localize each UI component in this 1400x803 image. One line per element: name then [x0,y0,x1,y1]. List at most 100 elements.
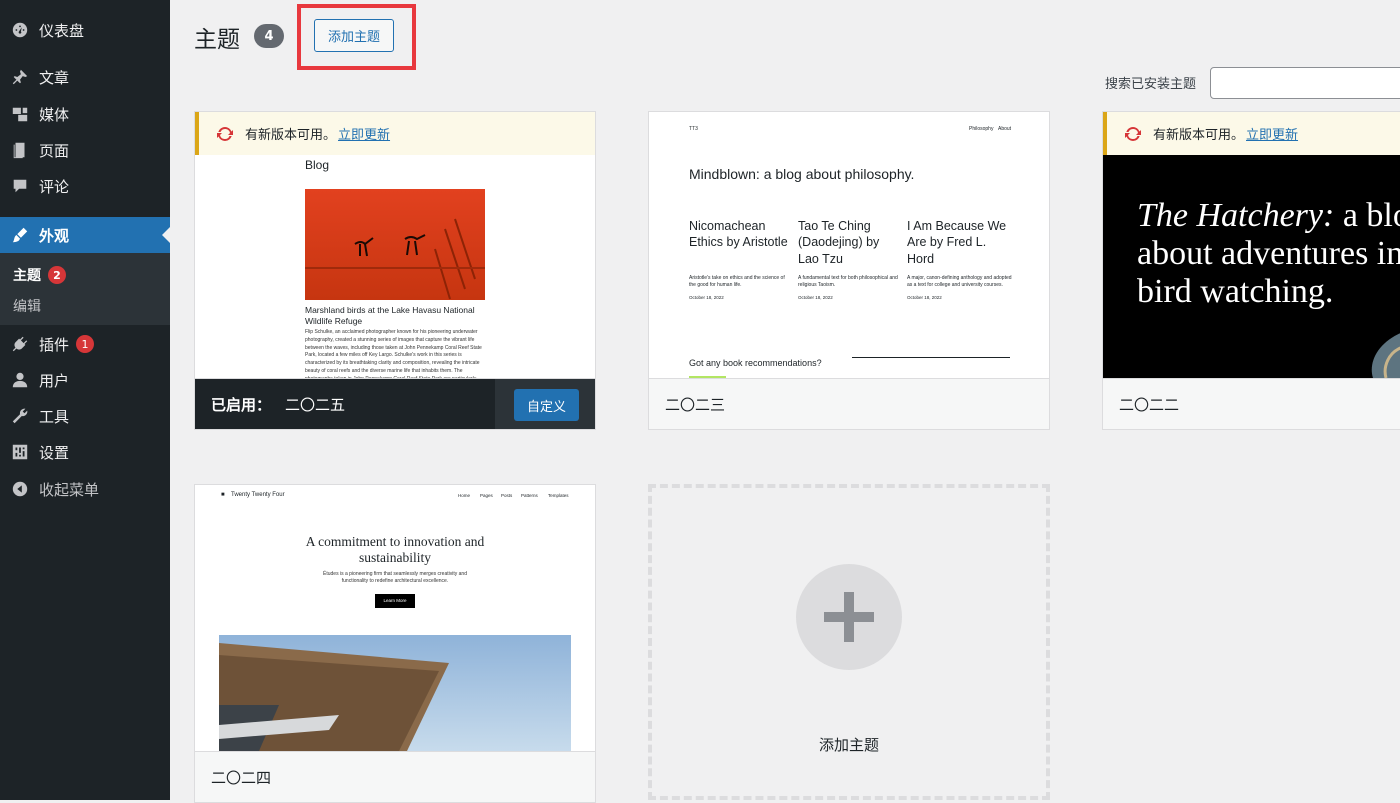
sidebar-item-settings[interactable]: 设置 [0,434,170,470]
submenu-item-editor[interactable]: 编辑 [13,296,41,316]
theme-name: 二〇二三 [665,396,726,414]
update-notice: 有新版本可用。 立即更新 [1103,112,1400,155]
customize-button[interactable]: 自定义 [514,389,579,421]
submenu-label: 编辑 [13,299,41,315]
theme-name-bar: 已启用： 二〇二五 自定义 [195,378,595,429]
preview-heading: Blog [305,158,330,172]
active-label: 已启用： [211,396,272,414]
preview-site-title: Twenty Twenty Four [231,492,285,498]
actions-area: 自定义 [495,379,595,429]
theme-name: 二〇二五 [285,396,346,414]
page-title: 主题 [194,27,240,53]
appearance-submenu: 主题 2 编辑 [0,253,170,325]
preview-post-date: October 18, 2022 [907,295,942,300]
preview-post-title: I Am Because We Are by Fred L. Hord [907,219,1007,266]
preview-cta-button: Learn More [375,594,415,608]
preview-caption: Marshland birds at the Lake Havasu Natio… [305,305,475,327]
theme-card-2025[interactable]: Blog Marshland birds at the Lake Havasu … [194,111,596,430]
preview-nav-1: Philosophy [969,126,994,132]
sidebar-item-label: 页面 [39,141,70,160]
preview-body: Flip Schulke, an acclaimed photographer … [305,329,482,378]
preview-headline-italic: The Hatchery: [1137,197,1335,234]
plus-icon [824,592,874,642]
preview-post-date: October 18, 2022 [798,295,833,300]
brush-icon [10,225,30,245]
preview-nav-templates: Templates [548,493,569,498]
preview-nav-pages: Pages [480,493,493,498]
preview-nav-home: Home [458,493,471,498]
collapse-menu-button[interactable]: 收起菜单 [0,471,170,507]
preview-subtext: Études is a pioneering firm that seamles… [323,571,467,584]
sidebar-item-label: 外观 [39,226,70,245]
sidebar-item-users[interactable]: 用户 [0,362,170,398]
admin-sidebar: 仪表盘 文章 媒体 页面 评论 外观 主题 2 编辑 插件 1 用户 工具 设置… [0,0,170,800]
preview-divider [852,357,1010,358]
theme-screenshot[interactable]: TT3 Philosophy About Mindblown: a blog a… [649,112,1049,378]
theme-card-2022[interactable]: The Hatchery: a blog about adventures in… [1102,111,1400,430]
plugin-icon [10,334,30,354]
submenu-item-themes[interactable]: 主题 2 [13,265,66,285]
preview-headline: The Hatchery: a blog about adventures in… [1137,197,1400,311]
sidebar-item-label: 用户 [39,371,70,390]
submenu-label: 主题 [13,268,41,284]
page-icon [10,140,30,160]
theme-name-bar: 二〇二四 [195,751,595,802]
add-new-theme-tile[interactable]: 添加主题 [648,484,1050,800]
preview-post-excerpt: A fundamental text for both philosophica… [798,275,898,288]
settings-icon [10,442,30,462]
theme-screenshot[interactable]: ■ Twenty Twenty Four Home Pages Posts Pa… [195,485,595,751]
search-themes-input[interactable] [1210,67,1400,99]
preview-site-title: TT3 [689,126,698,132]
theme-name: 二〇二四 [211,769,272,787]
sidebar-item-label: 工具 [39,407,70,426]
sidebar-item-plugins[interactable]: 插件 1 [0,326,170,362]
preview-photo-birds [305,189,485,300]
sidebar-item-comments[interactable]: 评论 [0,168,170,204]
theme-name-bar: 二〇二二 [1103,378,1400,429]
media-icon [10,104,30,124]
collapse-icon [10,479,30,499]
notice-text: 有新版本可用。 [1153,128,1245,143]
preview-building-photo [219,635,571,751]
wrench-icon [10,406,30,426]
sidebar-item-label: 文章 [39,68,70,87]
sidebar-item-label: 仪表盘 [39,21,85,40]
update-notice: 有新版本可用。 立即更新 [195,112,595,155]
main-content: 主题 4 添加主题 搜索已安装主题 Blog Marshland birds a… [170,0,1400,803]
sidebar-item-label: 媒体 [39,105,70,124]
sidebar-item-dashboard[interactable]: 仪表盘 [0,12,170,48]
add-theme-button[interactable]: 添加主题 [314,19,394,52]
update-icon [1125,126,1141,141]
preview-post-excerpt: Aristotle's take on ethics and the scien… [689,275,785,288]
add-circle[interactable] [796,564,902,670]
preview-post-title: Tao Te Ching (Daodejing) by Lao Tzu [798,219,880,266]
sidebar-item-label: 插件 [39,335,70,354]
sidebar-item-pages[interactable]: 页面 [0,132,170,168]
current-arrow [162,227,170,243]
preview-headline: Mindblown: a blog about philosophy. [689,166,915,182]
preview-nav-posts: Posts [501,493,513,498]
search-label: 搜索已安装主题 [1105,77,1197,92]
notice-text: 有新版本可用。 [245,128,337,143]
sidebar-item-posts[interactable]: 文章 [0,59,170,95]
sidebar-item-tools[interactable]: 工具 [0,398,170,434]
update-now-link[interactable]: 立即更新 [1246,124,1298,143]
theme-name-bar: 二〇二三 [649,378,1049,429]
preview-headline: A commitment to innovation and sustainab… [305,534,485,565]
sidebar-item-media[interactable]: 媒体 [0,96,170,132]
preview-bird-illustration [1371,333,1400,378]
theme-card-2023[interactable]: TT3 Philosophy About Mindblown: a blog a… [648,111,1050,430]
themes-update-badge: 2 [48,266,66,284]
sidebar-item-label: 收起菜单 [39,480,100,499]
preview-nav-patterns: Patterns [521,493,538,498]
user-icon [10,370,30,390]
pin-icon [10,67,30,87]
theme-card-2024[interactable]: ■ Twenty Twenty Four Home Pages Posts Pa… [194,484,596,803]
sidebar-item-appearance[interactable]: 外观 [0,217,170,253]
update-now-link[interactable]: 立即更新 [338,124,390,143]
theme-count-badge: 4 [254,24,284,48]
add-tile-label: 添加主题 [818,736,879,754]
dashboard-icon [10,20,30,40]
preview-post-title: Nicomachean Ethics by Aristotle [689,219,788,250]
sidebar-item-label: 评论 [39,177,70,196]
